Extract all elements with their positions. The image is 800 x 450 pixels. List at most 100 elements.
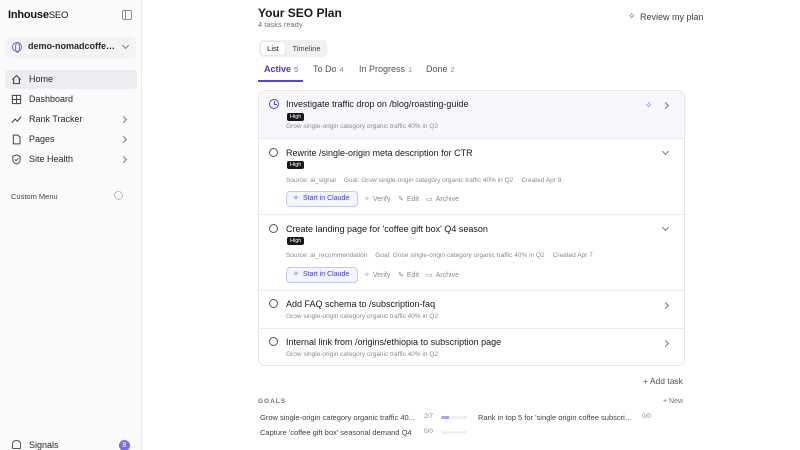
sidebar-item-pages[interactable]: Pages: [5, 130, 137, 149]
start-in-claude-button[interactable]: ✧ Start in Claude: [286, 267, 358, 283]
task-goal: Grow single-origin category organic traf…: [286, 123, 438, 130]
task-meta: Source: ai_signal Goal: Grow single-origi…: [286, 177, 569, 184]
chevron-right-icon[interactable]: [661, 301, 670, 310]
chevron-right-icon: [119, 155, 128, 164]
task-goal: Grow single-origin category organic traf…: [286, 351, 438, 358]
task-status-circle-icon[interactable]: [269, 299, 278, 308]
task-tabs: Active 5 To Do 4 In Progress 1 Done 2: [258, 64, 688, 82]
sidebar-item-site-health[interactable]: Site Health: [5, 150, 137, 169]
add-task-button[interactable]: + Add task: [643, 376, 683, 386]
task-title[interactable]: Create landing page for 'coffee gift box…: [286, 224, 488, 234]
page-subtitle: 4 tasks ready: [258, 20, 303, 29]
gear-icon[interactable]: [114, 191, 123, 200]
task-row[interactable]: Create landing page for 'coffee gift box…: [259, 215, 684, 291]
archive-button[interactable]: ▭ Archive: [426, 271, 459, 279]
globe-icon: [12, 42, 22, 53]
chevron-right-icon[interactable]: [661, 339, 670, 348]
chevron-right-icon: [119, 115, 128, 124]
task-meta: Source: ai_recommendation Goal: Grow sing…: [286, 252, 601, 259]
app-window: InhouseSEO demo-nomadcoffee... Home Dash…: [0, 0, 800, 450]
task-status-circle-icon[interactable]: [269, 148, 278, 157]
in-progress-clock-icon: [269, 99, 279, 109]
task-title[interactable]: Investigate traffic drop on /blog/roasti…: [286, 99, 468, 109]
sparkle-icon: ✧: [364, 272, 370, 279]
chevron-right-icon[interactable]: [661, 101, 670, 110]
task-status-circle-icon[interactable]: [269, 337, 278, 346]
view-list-button[interactable]: List: [261, 42, 285, 55]
sparkle-icon: ✧: [293, 195, 299, 202]
chevron-right-icon: [119, 135, 128, 144]
chevron-down-icon: [121, 41, 130, 50]
verify-button[interactable]: ✧ Verify: [364, 195, 390, 203]
sidebar-collapse-icon[interactable]: [122, 10, 132, 20]
active-tab-underline: [258, 80, 303, 82]
site-name: demo-nomadcoffee...: [28, 41, 118, 51]
task-title[interactable]: Add FAQ schema to /subscription-faq: [286, 299, 435, 309]
pencil-icon: ✎: [398, 196, 404, 203]
task-goal: Goal: Grow single-origin category organi…: [343, 177, 514, 184]
goal-name: Grow single-origin category organic traf…: [260, 413, 415, 422]
grid-icon: [11, 94, 22, 105]
tab-done[interactable]: Done 2: [426, 64, 455, 82]
view-timeline-button[interactable]: Timeline: [288, 42, 325, 55]
page-title: Your SEO Plan: [258, 6, 342, 20]
priority-badge: High: [287, 161, 305, 169]
shield-icon: [12, 154, 21, 165]
sidebar-item-label: Pages: [29, 134, 55, 144]
sidebar: InhouseSEO demo-nomadcoffee... Home Dash…: [0, 0, 142, 450]
verify-button[interactable]: ✧ Verify: [364, 271, 390, 279]
sidebar-item-label: Home: [29, 74, 54, 84]
start-in-claude-button[interactable]: ✧ Start in Claude: [286, 191, 358, 207]
task-list: Investigate traffic drop on /blog/roasti…: [258, 90, 685, 366]
priority-badge: High: [287, 237, 305, 245]
home-icon: [11, 74, 22, 85]
sidebar-item-rank-tracker[interactable]: Rank Tracker: [5, 110, 137, 129]
goals-heading: GOALS: [258, 398, 287, 405]
sparkle-icon: ✧: [364, 196, 370, 203]
tab-in-progress[interactable]: In Progress 1: [359, 64, 412, 82]
brand-logo[interactable]: InhouseSEO: [8, 9, 68, 21]
priority-badge: High: [287, 113, 305, 121]
archive-icon: ▭: [426, 272, 433, 279]
main-content: Your SEO Plan 4 tasks ready ✧ Review my …: [143, 0, 800, 450]
review-plan-label: Review my plan: [640, 12, 704, 22]
sidebar-item-label: Rank Tracker: [29, 114, 83, 124]
goal-item[interactable]: Rank in top 5 for 'single origin coffee …: [478, 413, 678, 423]
task-source: Source: ai_signal: [286, 177, 336, 184]
task-status-circle-icon[interactable]: [269, 224, 278, 233]
goal-item[interactable]: Capture 'coffee gift box' seasonal deman…: [260, 428, 470, 438]
trend-icon: [11, 116, 22, 124]
bell-icon: [12, 440, 21, 449]
new-goal-button[interactable]: + New: [663, 398, 683, 405]
chevron-down-icon[interactable]: [661, 147, 670, 156]
archive-button[interactable]: ▭ Archive: [426, 195, 459, 203]
document-icon: [12, 134, 21, 145]
tab-to-do[interactable]: To Do 4: [313, 64, 344, 82]
task-row[interactable]: Internal link from /origins/ethiopia to …: [259, 329, 684, 365]
sidebar-item-home[interactable]: Home: [5, 70, 137, 89]
goal-item[interactable]: Grow single-origin category organic traf…: [260, 413, 470, 423]
task-title[interactable]: Rewrite /single-origin meta description …: [286, 148, 473, 158]
goal-name: Capture 'coffee gift box' seasonal deman…: [260, 428, 412, 437]
goal-count: 2/7: [424, 413, 434, 420]
sparkle-icon[interactable]: ✧: [645, 100, 653, 111]
pencil-icon: ✎: [398, 272, 404, 279]
task-title[interactable]: Internal link from /origins/ethiopia to …: [286, 337, 501, 347]
signals-count-badge: 8: [119, 440, 130, 450]
goal-progress-bar: [441, 431, 467, 434]
sidebar-item-label: Dashboard: [29, 94, 74, 104]
site-selector[interactable]: demo-nomadcoffee...: [6, 37, 136, 58]
goal-count: 0/0: [424, 428, 434, 435]
signals-link[interactable]: Signals: [29, 440, 59, 450]
task-row[interactable]: Rewrite /single-origin meta description …: [259, 139, 684, 215]
sparkle-icon: ✧: [628, 11, 636, 21]
archive-icon: ▭: [426, 196, 433, 203]
goal-count: 0/0: [642, 413, 652, 420]
task-source: Source: ai_recommendation: [286, 252, 368, 259]
chevron-down-icon[interactable]: [661, 223, 670, 232]
task-row[interactable]: Add FAQ schema to /subscription-faq Grow…: [259, 291, 684, 329]
edit-button[interactable]: ✎ Edit: [398, 271, 419, 279]
task-row[interactable]: Investigate traffic drop on /blog/roasti…: [259, 91, 684, 139]
sidebar-item-dashboard[interactable]: Dashboard: [5, 90, 137, 109]
edit-button[interactable]: ✎ Edit: [398, 195, 419, 203]
